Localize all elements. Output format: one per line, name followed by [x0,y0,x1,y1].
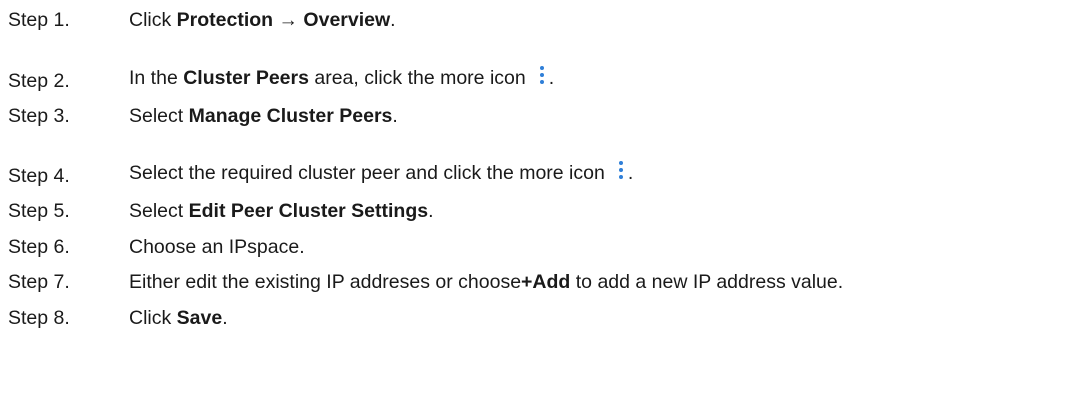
ui-label-manage-cluster-peers: Manage Cluster Peers [188,105,393,127]
step-8: Step 8. Click Save. [8,305,228,331]
step-text-part: . [390,9,396,31]
step-5: Step 5. Select Edit Peer Cluster Setting… [8,198,434,224]
step-text-part: . [428,200,434,222]
step-list: Step 1. Click Protection → Overview. Ste… [0,0,1092,396]
ui-label-save: Save [176,307,223,329]
step-text-part: . [392,105,398,127]
step-number: Step 6. [8,236,70,258]
step-number: Step 3. [8,105,70,127]
step-text-part: . [222,307,228,329]
step-text-part: Either edit the existing IP addreses or … [129,271,522,293]
step-text: Choose an IPspace. [129,234,305,260]
step-text: Click Protection → Overview. [129,7,396,33]
more-vertical-icon [538,65,546,84]
step-text-part: Select [129,105,189,127]
step-text-part: . [548,66,555,89]
step-text-part: area, click the more icon [308,66,526,89]
step-number: Step 8. [8,307,70,329]
step-text-part: Click [129,9,177,31]
step-6: Step 6. Choose an IPspace. [8,234,305,260]
ui-label-add: +Add [521,271,571,293]
step-7: Step 7. Either edit the existing IP addr… [8,269,843,295]
step-text: Click Save. [129,305,228,331]
step-text: Select Manage Cluster Peers. [129,103,398,129]
ui-label-edit-peer-cluster-settings: Edit Peer Cluster Settings [188,200,429,222]
step-text-part: . [627,161,634,184]
step-number: Step 4. [8,165,70,187]
step-number: Step 5. [8,200,70,222]
step-4: Step 4. Select the required cluster peer… [8,160,633,189]
ui-path-protection-overview: Protection → Overview [176,9,391,31]
step-text: In the Cluster Peers area, click the mor… [129,65,554,98]
step-text: Either edit the existing IP addreses or … [129,269,843,295]
step-text-part: Choose an IPspace. [129,236,305,258]
ui-label-cluster-peers: Cluster Peers [183,66,309,89]
step-text-part: to add a new IP address value. [570,271,844,293]
step-text-part: Select the required cluster peer and cli… [129,161,605,184]
step-number: Step 1. [8,9,70,31]
step-text: Select Edit Peer Cluster Settings. [129,198,434,224]
step-text: Select the required cluster peer and cli… [129,160,633,193]
step-text-part: Click [129,307,177,329]
more-vertical-icon [617,160,625,179]
step-3: Step 3. Select Manage Cluster Peers. [8,103,398,129]
step-number: Step 7. [8,271,70,293]
step-text-part: Select [129,200,189,222]
step-2: Step 2. In the Cluster Peers area, click… [8,65,554,94]
step-number: Step 2. [8,70,70,92]
step-text-part: In the [129,66,184,89]
step-1: Step 1. Click Protection → Overview. [8,7,396,33]
